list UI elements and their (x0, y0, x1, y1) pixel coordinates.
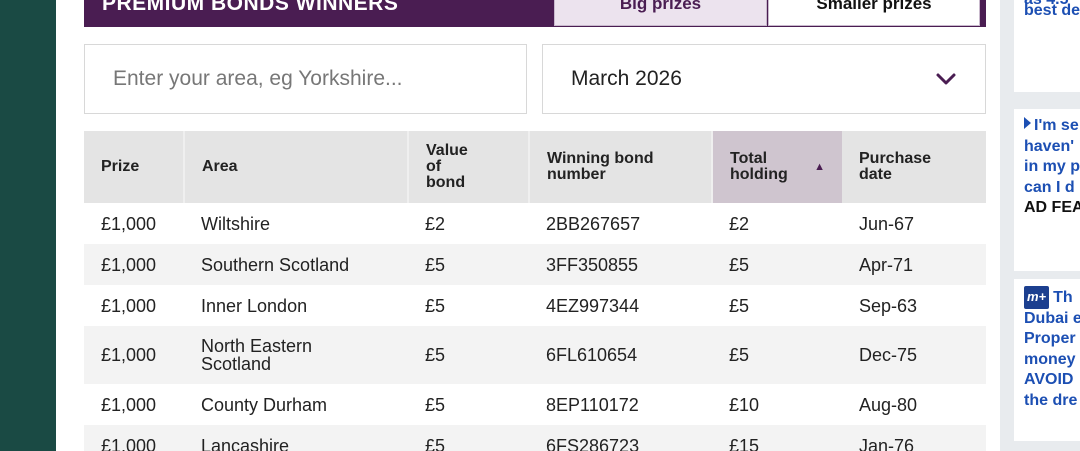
cell-bond-number: 2BB267657 (546, 213, 641, 234)
cell-total-holding: £5 (712, 244, 842, 285)
col-header-bond-number[interactable]: Winning bond number (529, 131, 713, 203)
cell-total-holding: £15 (712, 425, 842, 451)
cell-area-text: North Eastern Scotland (201, 336, 313, 374)
play-triangle-icon (1024, 117, 1031, 129)
cell-prize: £1,000 (84, 425, 184, 451)
col-header-area-label: Area (202, 158, 238, 175)
cell-total-holding: £2 (729, 213, 750, 234)
cell-bond-number: 8EP110172 (546, 394, 639, 415)
table-row: £1,000 Lancashire £5 6FS286723 £15 Jan-7… (84, 425, 986, 451)
table-row: £1,000 Wiltshire £2 2BB267657 £2 Jun-67 (84, 203, 986, 244)
table-row: £1,000 County Durham £5 8EP110172 £10 Au… (84, 384, 986, 425)
col-header-total-holding[interactable]: Total holding ▲ (712, 131, 842, 203)
article-headline-line[interactable]: in my p (1014, 157, 1080, 178)
article-headline-line[interactable]: Proper (1014, 329, 1080, 350)
col-header-purchase-date-label: Purchase date (859, 150, 932, 183)
cell-value: £2 (425, 213, 446, 234)
area-search-box[interactable] (84, 44, 527, 114)
cell-area: County Durham (201, 394, 328, 415)
cell-value: £5 (425, 295, 446, 316)
article-headline-line[interactable]: AVOID (1014, 370, 1080, 391)
cell-area: Southern Scotland (184, 244, 408, 285)
cell-prize: £1,000 (101, 295, 157, 316)
article-headline-text[interactable]: Th (1053, 289, 1073, 306)
cell-prize: £1,000 (101, 213, 157, 234)
article-headline-line[interactable]: the dre (1014, 391, 1080, 412)
cell-value: £5 (408, 244, 529, 285)
article-headline-line[interactable]: best de (1014, 1, 1080, 22)
area-search-input[interactable] (85, 45, 526, 113)
table-row: £1,000 Southern Scotland £5 3FF350855 £5… (84, 244, 986, 285)
cell-prize: £1,000 (84, 244, 184, 285)
col-header-prize-label: Prize (101, 158, 140, 175)
sidebar-article-card[interactable]: I'm se haven' in my p can I d AD FEA (1014, 109, 1080, 271)
table-row: £1,000 Inner London £5 4EZ997344 £5 Sep-… (84, 285, 986, 326)
month-select[interactable]: March 2026 (542, 44, 986, 114)
cell-total-holding: £5 (712, 326, 842, 384)
article-headline-line[interactable]: can I d (1014, 178, 1080, 199)
sort-ascending-icon: ▲ (814, 161, 825, 173)
cell-value: £5 (408, 326, 529, 384)
cell-purchase-date: Sep-63 (859, 295, 918, 316)
ad-feature-tag: AD FEA (1024, 199, 1080, 216)
cell-purchase-date: Jan-76 (842, 425, 986, 451)
cell-total-holding: £10 (729, 394, 760, 415)
col-header-value[interactable]: Value of bond (408, 131, 530, 203)
table-row: £1,000 North Eastern Scotland £5 6FL6106… (84, 326, 986, 384)
cell-bond-number: 3FF350855 (529, 244, 712, 285)
tab-big-prizes[interactable]: Big prizes (554, 0, 767, 26)
cell-value: £5 (408, 425, 529, 451)
cell-purchase-date: Apr-71 (842, 244, 986, 285)
article-headline-text[interactable]: I'm se (1034, 117, 1079, 134)
banner-edge (981, 0, 986, 27)
cell-area: Inner London (201, 295, 308, 316)
table-header-row: Prize Area Value of bond Winning bond nu… (84, 131, 986, 203)
tab-smaller-prizes[interactable]: Smaller prizes (768, 0, 980, 26)
banner-title: PREMIUM BONDS WINNERS (102, 0, 399, 15)
cell-area: Lancashire (184, 425, 408, 451)
cell-total-holding: £5 (729, 295, 750, 316)
cell-purchase-date: Dec-75 (842, 326, 986, 384)
article-headline-line[interactable]: haven' (1014, 137, 1080, 158)
chevron-down-icon (936, 73, 956, 85)
article-headline-line[interactable]: I'm se (1014, 116, 1080, 137)
col-header-purchase-date[interactable]: Purchase date (842, 131, 986, 203)
winners-table: Prize Area Value of bond Winning bond nu… (84, 131, 986, 451)
cell-purchase-date: Aug-80 (859, 394, 918, 415)
article-headline-line[interactable]: money (1014, 350, 1080, 371)
cell-prize: £1,000 (84, 326, 184, 384)
col-header-bond-number-label: Winning bond number (547, 150, 654, 183)
money-plus-badge: m+ (1024, 286, 1050, 309)
article-headline-line[interactable]: Dubai e (1014, 309, 1080, 330)
cell-purchase-date: Jun-67 (859, 213, 915, 234)
cell-bond-number: 6FL610654 (529, 326, 712, 384)
cell-prize: £1,000 (101, 394, 157, 415)
col-header-prize[interactable]: Prize (84, 131, 185, 203)
right-sidebar: as 4.5 best de I'm se haven' in my p can… (1000, 0, 1080, 451)
article-headline-line[interactable]: m+ Th (1014, 286, 1080, 309)
cell-area: North Eastern Scotland (184, 326, 408, 384)
left-rail (0, 0, 56, 451)
cell-area: Wiltshire (201, 213, 271, 234)
cell-value: £5 (425, 394, 446, 415)
cell-bond-number: 4EZ997344 (546, 295, 640, 316)
col-header-value-label: Value of bond (426, 142, 468, 191)
col-header-total-holding-label: Total holding (730, 150, 788, 183)
cell-bond-number: 6FS286723 (529, 425, 712, 451)
col-header-area[interactable]: Area (184, 131, 409, 203)
premium-bonds-banner: PREMIUM BONDS WINNERS Big prizes Smaller… (84, 0, 986, 27)
month-select-value: March 2026 (571, 67, 682, 90)
sidebar-article-card[interactable]: as 4.5 best de (1014, 0, 1080, 92)
sidebar-article-card[interactable]: m+ Th Dubai e Proper money AVOID the dre (1014, 279, 1080, 441)
